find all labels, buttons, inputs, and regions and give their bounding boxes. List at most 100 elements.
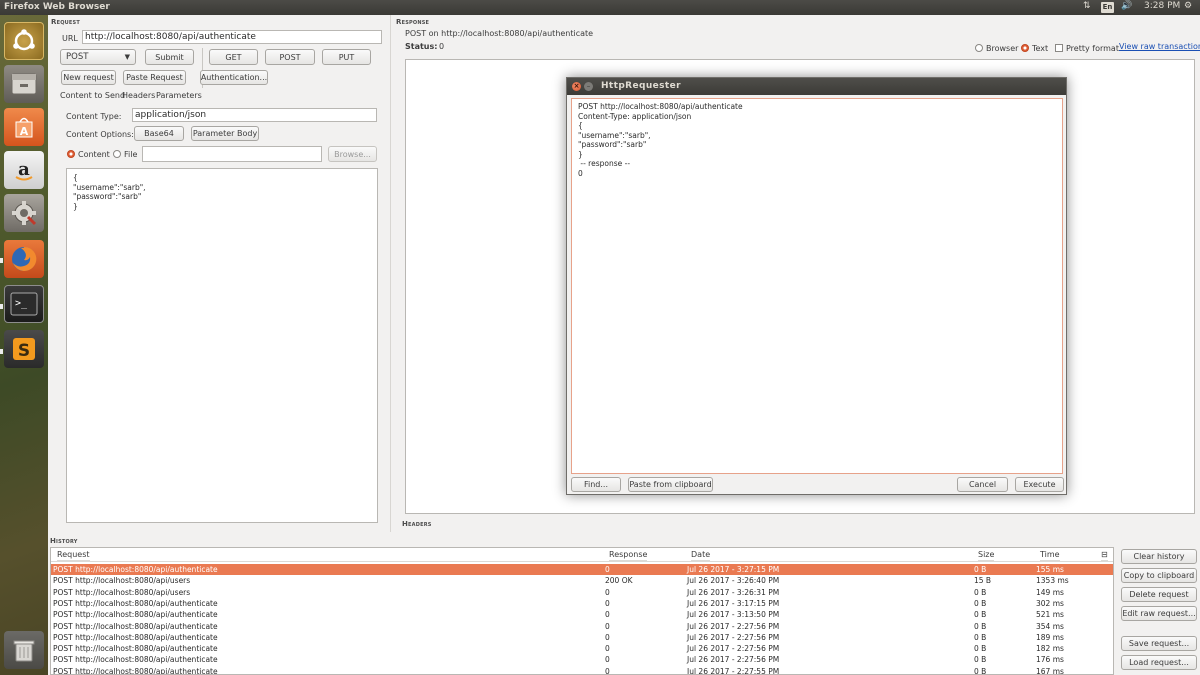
execute-button[interactable]: Execute bbox=[1015, 477, 1064, 492]
files-icon[interactable] bbox=[4, 65, 44, 103]
parameter-body-button[interactable]: Parameter Body bbox=[191, 126, 259, 141]
history-section-header: History bbox=[50, 537, 78, 545]
delete-request-button[interactable]: Delete request bbox=[1121, 587, 1197, 602]
chevron-down-icon: ▼ bbox=[124, 53, 130, 61]
cell-size: 0 B bbox=[974, 644, 987, 654]
url-input[interactable]: http://localhost:8080/api/authenticate bbox=[82, 30, 382, 44]
table-row[interactable]: POST http://localhost:8080/api/users 200 … bbox=[51, 575, 1113, 586]
gear-icon[interactable]: ⚙ bbox=[1184, 1, 1192, 11]
find-button[interactable]: Find... bbox=[571, 477, 621, 492]
table-row[interactable]: POST http://localhost:8080/api/authentic… bbox=[51, 621, 1113, 632]
get-button[interactable]: GET bbox=[209, 49, 258, 65]
new-request-button[interactable]: New request bbox=[61, 70, 116, 85]
content-options-label: Content Options: bbox=[66, 130, 134, 139]
tab-headers[interactable]: Headers bbox=[122, 91, 155, 100]
sublime-text-icon[interactable]: S bbox=[4, 330, 44, 368]
top-panel: Firefox Web Browser ⇅ En 🔊 3:28 PM ⚙ bbox=[0, 0, 1200, 15]
save-request-button[interactable]: Save request... bbox=[1121, 636, 1197, 651]
column-header-request[interactable]: Request bbox=[57, 548, 90, 561]
status-label: Status: bbox=[405, 42, 438, 51]
cell-request: POST http://localhost:8080/api/authentic… bbox=[53, 666, 218, 675]
cell-date: Jul 26 2017 - 3:17:15 PM bbox=[687, 598, 780, 608]
cell-time: 1353 ms bbox=[1036, 576, 1069, 586]
tab-content-to-send[interactable]: Content to Send bbox=[60, 91, 125, 100]
minimize-icon[interactable]: – bbox=[584, 82, 593, 91]
trash-icon[interactable] bbox=[4, 631, 44, 669]
content-radio[interactable] bbox=[67, 150, 75, 158]
request-body-editor[interactable]: { "username":"sarb", "password":"sarb" } bbox=[66, 168, 378, 523]
file-radio-label: File bbox=[124, 150, 138, 159]
column-header-time[interactable]: Time bbox=[1040, 548, 1060, 561]
amazon-icon[interactable]: a bbox=[4, 151, 44, 189]
column-header-date[interactable]: Date bbox=[691, 548, 711, 561]
cancel-button[interactable]: Cancel bbox=[957, 477, 1008, 492]
file-radio[interactable] bbox=[113, 150, 121, 158]
cell-size: 0 B bbox=[974, 610, 987, 620]
column-picker-icon[interactable]: ⊟ bbox=[1101, 548, 1108, 561]
cell-date: Jul 26 2017 - 2:27:56 PM bbox=[687, 621, 780, 631]
table-row[interactable]: POST http://localhost:8080/api/authentic… bbox=[51, 632, 1113, 643]
system-settings-icon[interactable] bbox=[4, 194, 44, 232]
cell-request: POST http://localhost:8080/api/authentic… bbox=[53, 644, 218, 654]
edit-raw-request-button[interactable]: Edit raw request... bbox=[1121, 606, 1197, 621]
cell-time: 521 ms bbox=[1036, 610, 1064, 620]
software-center-icon[interactable]: A bbox=[4, 108, 44, 146]
put-button[interactable]: PUT bbox=[322, 49, 371, 65]
launcher: A a >_ S bbox=[0, 15, 48, 675]
column-header-response[interactable]: Response bbox=[609, 548, 648, 561]
pretty-format-label: Pretty format bbox=[1066, 44, 1119, 53]
cell-time: 189 ms bbox=[1036, 632, 1064, 642]
network-transfer-icon[interactable]: ⇅ bbox=[1083, 1, 1091, 11]
browse-button[interactable]: Browse... bbox=[328, 146, 377, 162]
cell-size: 0 B bbox=[974, 632, 987, 642]
cell-size: 15 B bbox=[974, 576, 992, 586]
method-select[interactable]: POST ▼ bbox=[60, 49, 136, 65]
close-icon[interactable]: × bbox=[572, 82, 581, 91]
running-indicator bbox=[0, 258, 3, 263]
view-raw-transaction-link[interactable]: View raw transaction bbox=[1119, 42, 1200, 51]
text-radio[interactable] bbox=[1021, 44, 1029, 52]
browser-radio[interactable] bbox=[975, 44, 983, 52]
table-row[interactable]: POST http://localhost:8080/api/authentic… bbox=[51, 643, 1113, 654]
svg-text:>_: >_ bbox=[15, 298, 28, 309]
history-table[interactable]: Request Response Date Size Time ⊟ POST h… bbox=[50, 547, 1114, 675]
response-section-header: Response bbox=[396, 18, 430, 26]
cell-response: 0 bbox=[605, 621, 610, 631]
clock[interactable]: 3:28 PM bbox=[1144, 1, 1180, 11]
table-row[interactable]: POST http://localhost:8080/api/authentic… bbox=[51, 598, 1113, 609]
base64-button[interactable]: Base64 bbox=[134, 126, 184, 141]
volume-icon[interactable]: 🔊 bbox=[1121, 1, 1132, 11]
submit-button[interactable]: Submit bbox=[145, 49, 194, 65]
paste-request-button[interactable]: Paste Request bbox=[123, 70, 186, 85]
table-row[interactable]: POST http://localhost:8080/api/users 0 Jul… bbox=[51, 587, 1113, 598]
table-row[interactable]: POST http://localhost:8080/api/authentic… bbox=[51, 609, 1113, 620]
paste-from-clipboard-button[interactable]: Paste from clipboard bbox=[628, 477, 713, 492]
post-button[interactable]: POST bbox=[265, 49, 315, 65]
cell-response: 0 bbox=[605, 565, 610, 574]
table-row[interactable]: POST http://localhost:8080/api/authentic… bbox=[51, 564, 1113, 575]
cell-size: 0 B bbox=[974, 666, 987, 675]
url-label: URL bbox=[62, 34, 78, 43]
table-row[interactable]: POST http://localhost:8080/api/authentic… bbox=[51, 654, 1113, 665]
dialog-titlebar[interactable]: × – HttpRequester bbox=[567, 78, 1066, 95]
terminal-icon[interactable]: >_ bbox=[4, 285, 44, 323]
cell-date: Jul 26 2017 - 2:27:56 PM bbox=[687, 644, 780, 654]
firefox-icon[interactable] bbox=[4, 240, 44, 278]
cell-time: 155 ms bbox=[1036, 565, 1064, 574]
running-indicator bbox=[0, 304, 3, 309]
column-header-size[interactable]: Size bbox=[978, 548, 995, 561]
load-request-button[interactable]: Load request... bbox=[1121, 655, 1197, 670]
history-pane: History Request Response Date Size Time … bbox=[48, 534, 1200, 675]
copy-to-clipboard-button[interactable]: Copy to clipboard bbox=[1121, 568, 1197, 583]
dialog-raw-editor[interactable]: POST http://localhost:8080/api/authentic… bbox=[571, 98, 1063, 474]
table-row[interactable]: POST http://localhost:8080/api/authentic… bbox=[51, 666, 1113, 675]
keyboard-layout-indicator[interactable]: En bbox=[1101, 2, 1114, 13]
pretty-format-checkbox[interactable] bbox=[1055, 44, 1063, 52]
dash-home-icon[interactable] bbox=[4, 22, 44, 60]
tab-parameters[interactable]: Parameters bbox=[156, 91, 202, 100]
authentication-button[interactable]: Authentication... bbox=[200, 70, 268, 85]
cell-date: Jul 26 2017 - 3:26:40 PM bbox=[687, 576, 780, 586]
content-type-input[interactable]: application/json bbox=[132, 108, 377, 122]
clear-history-button[interactable]: Clear history bbox=[1121, 549, 1197, 564]
file-path-input[interactable] bbox=[142, 146, 322, 162]
